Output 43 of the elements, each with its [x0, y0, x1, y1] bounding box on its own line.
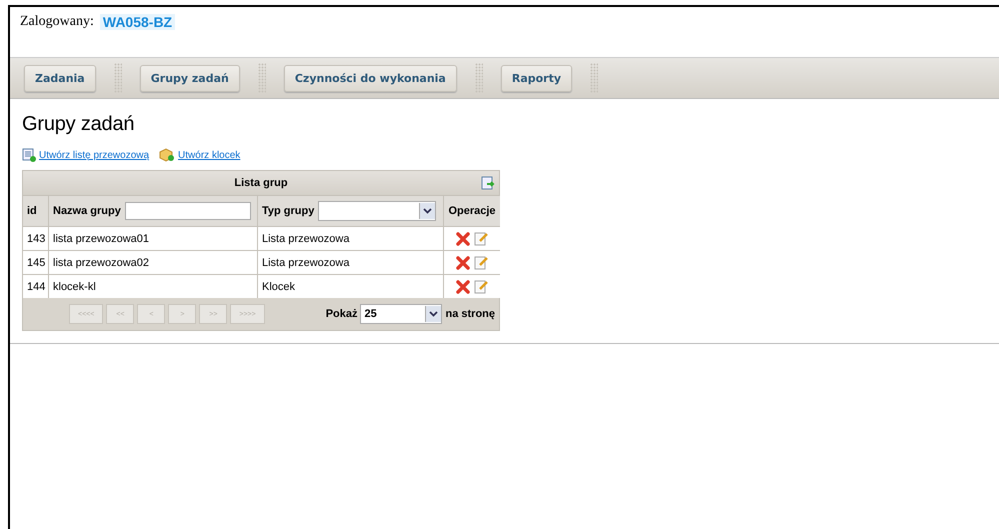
table-cell: 144 — [23, 275, 48, 298]
table-cell: Lista przewozowa — [258, 227, 443, 250]
table-cell: Klocek — [258, 275, 443, 298]
table-cell: Lista przewozowa — [258, 251, 443, 274]
export-icon[interactable] — [481, 176, 495, 190]
edit-icon[interactable] — [474, 255, 488, 270]
table-cell: 145 — [23, 251, 48, 274]
delete-icon[interactable] — [456, 232, 470, 246]
box-add-icon — [159, 148, 176, 162]
column-header: id — [27, 205, 37, 217]
chevron-down-icon — [423, 208, 432, 214]
page-heading: Grupy zadań — [22, 113, 136, 136]
column-header: Typ grupy — [262, 205, 314, 217]
nav-button[interactable]: Zadania — [24, 64, 96, 92]
delete-icon[interactable] — [456, 280, 470, 294]
edit-icon[interactable] — [474, 231, 488, 246]
toolbar-grip — [258, 63, 266, 93]
page-size-label: Pokaż — [326, 308, 358, 320]
table-title: Lista grup — [234, 177, 288, 189]
toolbar-grip — [474, 63, 483, 93]
table-cell: 143 — [23, 227, 48, 250]
delete-icon[interactable] — [456, 256, 470, 270]
toolbar-grip — [114, 63, 122, 93]
filter-select[interactable] — [318, 201, 436, 221]
action-link[interactable]: Utwórz klocek — [159, 148, 240, 162]
user-name: WA058-BZ — [100, 14, 176, 30]
login-label: Zalogowany: — [20, 14, 94, 30]
nav-button[interactable]: Czynności do wykonania — [284, 64, 457, 92]
nav-button[interactable]: Raporty — [500, 64, 572, 92]
list-add-icon — [22, 148, 36, 162]
action-link[interactable]: Utwórz listę przewozową — [22, 148, 150, 162]
column-header: Operacje — [448, 205, 496, 217]
column-header: Nazwa grupy — [53, 205, 121, 217]
chevron-down-icon — [429, 311, 438, 317]
page-size-suffix: na stronę — [445, 308, 495, 320]
filter-field[interactable] — [124, 202, 251, 220]
table-cell: klocek-kl — [49, 275, 257, 298]
table-cell: lista przewozowa01 — [49, 227, 257, 250]
nav-button[interactable]: Grupy zadań — [140, 64, 240, 92]
edit-icon[interactable] — [474, 279, 488, 294]
table-cell: lista przewozowa02 — [49, 251, 257, 274]
toolbar-grip — [590, 63, 598, 93]
page-size-select[interactable]: 25 — [360, 304, 442, 324]
